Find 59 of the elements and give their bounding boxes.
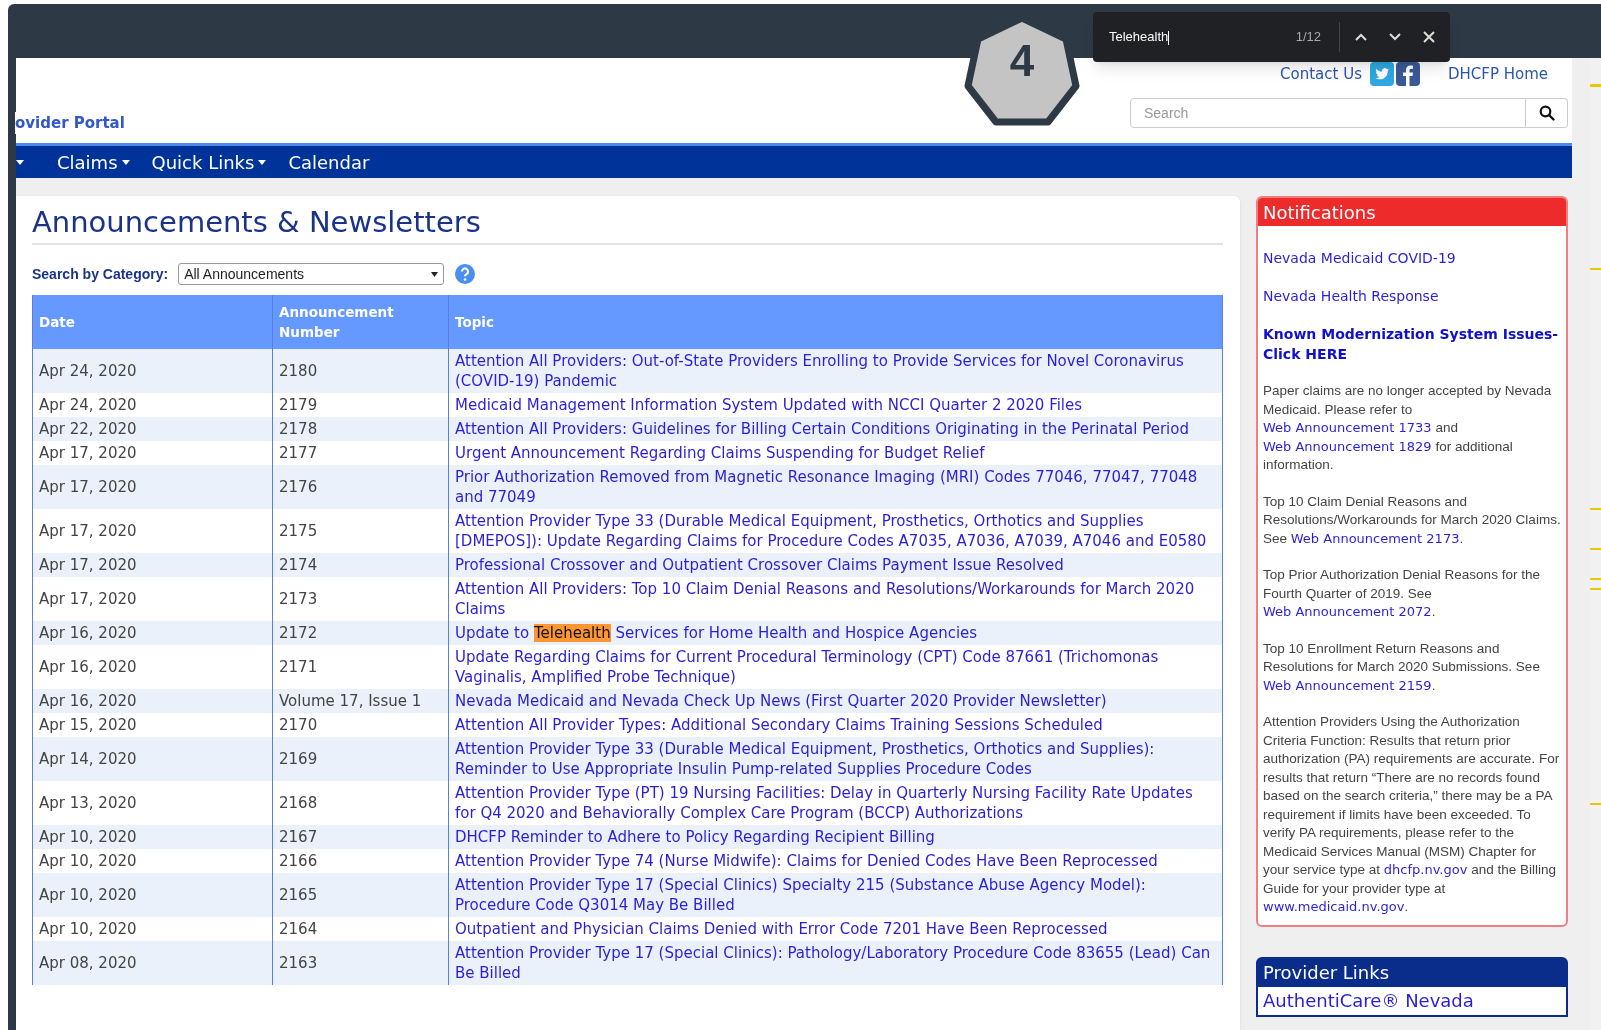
topic-link[interactable]: Attention Provider Type 17 (Special Clinics): Pathology/Laboratory Procedure Code 83655 (Lead) Can Be Billed bbox=[455, 943, 1216, 983]
notification-link[interactable]: Web Announcement 1733 bbox=[1263, 420, 1432, 435]
help-icon[interactable] bbox=[454, 263, 477, 285]
topic-link[interactable]: Update Regarding Claims for Current Procedural Terminology (CPT) Code 87661 (Trichomonas Vaginalis, Amplified Probe Technique) bbox=[455, 647, 1216, 687]
portal-title[interactable]: ovider Portal bbox=[15, 111, 125, 134]
notification-text: Top 10 Claim Denial Reasons and Resolutions/Workarounds for March 2020 Claims. See Web Announcement 2173. bbox=[1263, 492, 1561, 548]
step-number: 4 bbox=[1008, 36, 1036, 86]
topic-link[interactable]: Outpatient and Physician Claims Denied with Error Code 7201 Have Been Reprocessed bbox=[455, 919, 1216, 939]
notification-text: Attention Providers Using the Authorization Criteria Function: Results that return prior authorization (PA) requirements are accurate. For results that return “There are no records found based on the search criteria,” there may be a PA requirement if limits have been exceeded. To verify PA requirements, please refer to the Medicaid Services Manual (MSM) Chapter for your service type at dhcfp.nv.gov and the Billing Guide for your provider type at www.medicaid.nv.gov. bbox=[1263, 713, 1561, 916]
notification-link[interactable]: Web Announcement 2159 bbox=[1263, 677, 1432, 693]
topic-link[interactable]: Urgent Announcement Regarding Claims Suspending for Budget Relief bbox=[455, 443, 1216, 463]
topic-link[interactable]: Attention Provider Type 74 (Nurse Midwife): Claims for Denied Codes Have Been Reprocessed bbox=[455, 851, 1216, 871]
notification-link[interactable]: www.medicaid.nv.gov bbox=[1263, 899, 1405, 914]
topic-link[interactable]: Prior Authorization Removed from Magnetic Resonance Imaging (MRI) Codes 77046, 77047, 77048 and 77049 bbox=[455, 467, 1216, 507]
date-cell: Apr 08, 2020 bbox=[32, 941, 273, 985]
topic-link[interactable]: Nevada Medicaid and Nevada Check Up News (First Quarter 2020 Provider Newsletter) bbox=[455, 691, 1216, 711]
notification-text: Top Prior Authorization Denial Reasons for the Fourth Quarter of 2019. See Web Announcement 2072. bbox=[1263, 566, 1541, 621]
topic-link[interactable]: Attention Provider Type (PT) 19 Nursing Facilities: Delay in Quarterly Nursing Facility Rate Updates for Q4 2020 and Behaviorally Complex Care Program (BCCP) Authorizations bbox=[455, 783, 1216, 823]
notifications-header: Notifications bbox=[1258, 198, 1566, 226]
topic-link[interactable]: Attention All Providers: Out-of-State Providers Enrolling to Provide Services for Novel Coronavirus (COVID-19) Pandemic bbox=[455, 351, 1216, 391]
nav-item[interactable]: Quick Links bbox=[140, 148, 278, 176]
search-button[interactable] bbox=[1526, 98, 1568, 128]
notification-text: Paper claims are no longer accepted by Nevada Medicaid. Please refer to Web Announcement 1733 and Web Announcement 1829 for additional information. bbox=[1263, 382, 1553, 474]
category-select[interactable]: All Announcements bbox=[178, 263, 445, 285]
search-icon bbox=[1538, 105, 1555, 121]
topic-link[interactable]: Attention All Provider Types: Additional Secondary Claims Training Sessions Scheduled bbox=[455, 715, 1216, 735]
match-count: 1/12 bbox=[1295, 28, 1321, 47]
nav-item[interactable]: Claims bbox=[46, 148, 141, 176]
contact-link[interactable]: Contact Us bbox=[1280, 62, 1362, 86]
twitter-icon[interactable] bbox=[1369, 62, 1394, 86]
notification-link[interactable]: Nevada Medicaid COVID-19 bbox=[1263, 248, 1561, 268]
nav-item[interactable]: Calendar bbox=[277, 148, 381, 176]
topic-link[interactable]: Attention Provider Type 33 (Durable Medical Equipment, Prosthetics, Orthotics and Supplies): Reminder to Use Appropriate Insulin Pump-related Supplies Procedure Codes bbox=[455, 739, 1216, 779]
topic-link[interactable]: Attention All Providers: Top 10 Claim Denial Reasons and Resolutions/Workarounds for March 2020 Claims bbox=[455, 579, 1216, 619]
topic-link[interactable]: Attention All Providers: Guidelines for Billing Certain Conditions Originating in the Perinatal Period bbox=[455, 419, 1216, 439]
facebook-icon[interactable] bbox=[1395, 62, 1420, 86]
provider-links-header: Provider Links bbox=[1258, 958, 1566, 987]
find-query[interactable]: Telehealth bbox=[1109, 27, 1296, 47]
topic-link[interactable]: Medicaid Management Information System Updated with NCCI Quarter 2 2020 Files bbox=[455, 395, 1216, 415]
page-title: Announcements & Newsletters bbox=[32, 204, 482, 241]
topic-link[interactable]: Attention Provider Type 17 (Special Clinics) Specialty 215 (Substance Abuse Agency Model): Procedure Code Q3014 May Be Billed bbox=[455, 875, 1216, 915]
notification-link[interactable]: Web Announcement 2072 bbox=[1263, 604, 1432, 619]
topic-link[interactable]: DHCFP Reminder to Adhere to Policy Regarding Recipient Billing bbox=[455, 827, 1216, 847]
filter-label: Search by Category: bbox=[32, 264, 169, 284]
home-link[interactable]: DHCFP Home bbox=[1447, 62, 1548, 86]
close-icon[interactable] bbox=[1422, 30, 1436, 44]
search-field[interactable]: Search bbox=[1130, 98, 1526, 128]
number-cell: 2163 bbox=[272, 941, 449, 985]
notification-link[interactable]: Nevada Health Response bbox=[1263, 286, 1561, 306]
notification-link[interactable]: Known Modernization System Issues-Click HERE bbox=[1263, 324, 1561, 364]
topic-link[interactable]: Professional Crossover and Outpatient Crossover Claims Payment Issue Resolved bbox=[455, 555, 1216, 575]
caret-icon bbox=[431, 271, 439, 277]
topic-link[interactable]: Attention Provider Type 33 (Durable Medical Equipment, Prosthetics, Orthotics and Supplies [DMEPOS]): Update Regarding Claims for Procedure Codes A7035, A7036, A7039, A7046 and E0580 bbox=[455, 511, 1216, 551]
notification-link[interactable]: Web Announcement 1829 bbox=[1263, 438, 1432, 454]
provider-link[interactable]: AuthentiCare® Nevada bbox=[1258, 986, 1566, 1015]
caret-icon[interactable] bbox=[16, 159, 24, 165]
notification-text: Top 10 Enrollment Return Reasons and Resolutions for March 2020 Submissions. See Web Announcement 2159. bbox=[1263, 639, 1541, 695]
topic-link[interactable]: Update to Telehealth Services for Home Health and Hospice Agencies bbox=[455, 623, 1216, 643]
notification-link[interactable]: dhcfp.nv.gov bbox=[1383, 862, 1468, 877]
